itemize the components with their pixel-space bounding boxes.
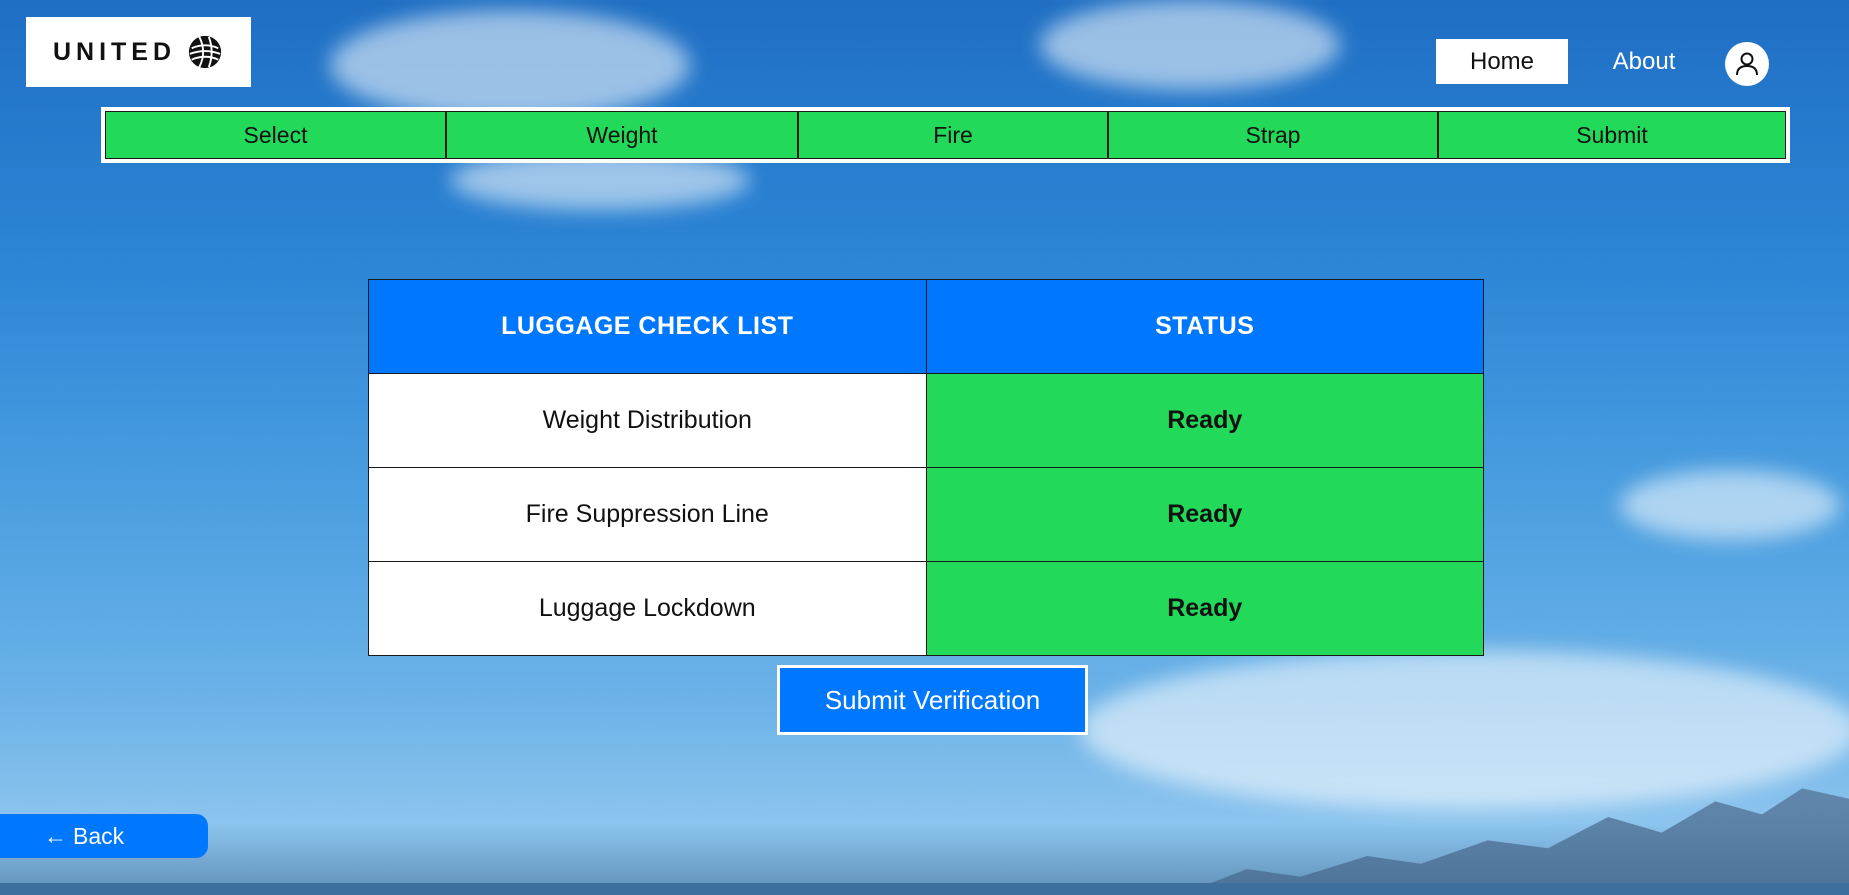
back-arrow-icon: ← [44,822,67,849]
user-icon [1736,52,1758,76]
step-select[interactable]: Select [105,111,446,159]
status-cell: Ready [925,561,1484,656]
table-row: Fire Suppression Line Ready [368,467,1484,562]
cloud [1040,0,1340,90]
sea [0,883,1849,895]
column-header-status: STATUS [925,279,1484,374]
back-button[interactable]: ← Back [0,814,208,858]
cloud [330,10,690,120]
table-row: Weight Distribution Ready [368,373,1484,468]
cloud [1620,470,1840,540]
globe-icon [188,35,222,69]
table-header-row: LUGGAGE CHECK LIST STATUS [368,279,1484,374]
status-cell: Ready [925,467,1484,562]
checklist-item: Weight Distribution [368,373,927,468]
step-submit[interactable]: Submit [1438,111,1786,159]
nav-home-button[interactable]: Home [1436,39,1568,84]
table-row: Luggage Lockdown Ready [368,561,1484,656]
logo-text: UNITED [52,37,177,66]
checklist-item: Fire Suppression Line [368,467,927,562]
nav-about-link[interactable]: About [1606,39,1682,84]
status-cell: Ready [925,373,1484,468]
checklist-item: Luggage Lockdown [368,561,927,656]
step-weight[interactable]: Weight [446,111,798,159]
step-strap[interactable]: Strap [1108,111,1438,159]
column-header-checklist: LUGGAGE CHECK LIST [368,279,927,374]
luggage-checklist-table: LUGGAGE CHECK LIST STATUS Weight Distrib… [368,279,1484,656]
profile-button[interactable] [1725,42,1769,86]
submit-verification-button[interactable]: Submit Verification [777,665,1088,735]
united-logo[interactable]: UNITED [26,17,251,87]
step-tabs: Select Weight Fire Strap Submit [101,107,1790,163]
step-fire[interactable]: Fire [798,111,1108,159]
back-label: Back [73,822,125,849]
cloud [1080,650,1849,810]
